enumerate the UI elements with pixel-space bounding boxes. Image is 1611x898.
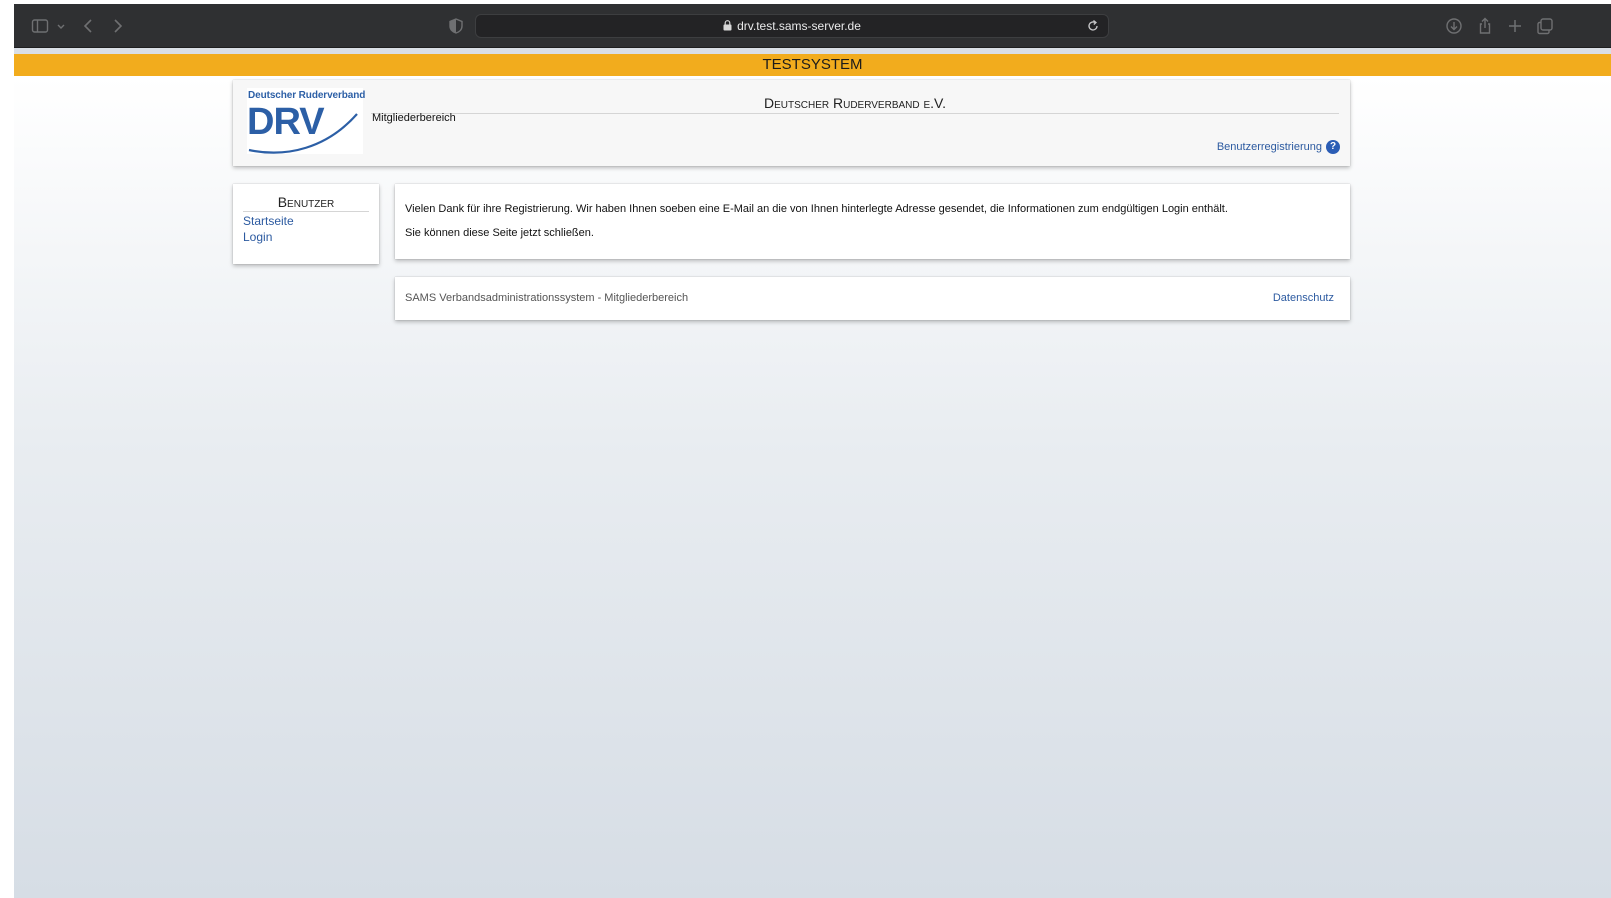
browser-toolbar: drv.test.sams-server.de bbox=[14, 4, 1611, 48]
url-text: drv.test.sams-server.de bbox=[737, 19, 861, 33]
forward-icon[interactable] bbox=[108, 17, 126, 35]
logo-subtitle: Deutscher Ruderverband bbox=[248, 90, 366, 101]
close-page-message: Sie können diese Seite jetzt schließen. bbox=[405, 227, 594, 239]
shield-icon[interactable] bbox=[447, 17, 465, 35]
footer-text: SAMS Verbandsadministrationssystem - Mit… bbox=[405, 292, 689, 304]
back-icon[interactable] bbox=[80, 17, 98, 35]
sidebar-title: Benutzer bbox=[243, 193, 369, 212]
help-icon[interactable]: ? bbox=[1326, 140, 1340, 154]
sidebar-panel: Benutzer Startseite Login bbox=[233, 184, 379, 264]
message-panel: Vielen Dank für ihre Registrierung. Wir … bbox=[395, 184, 1350, 259]
plus-icon[interactable] bbox=[1506, 17, 1524, 35]
page-content: Deutscher Ruderverband DRV Deutscher Rud… bbox=[14, 76, 1611, 898]
header-panel: Deutscher Ruderverband DRV Deutscher Rud… bbox=[233, 80, 1350, 166]
share-icon[interactable] bbox=[1476, 17, 1494, 35]
footer-panel: SAMS Verbandsadministrationssystem - Mit… bbox=[395, 277, 1350, 320]
tabs-icon[interactable] bbox=[1536, 17, 1554, 35]
sidebar-item-startseite[interactable]: Startseite bbox=[243, 214, 294, 228]
sidebar-item-login[interactable]: Login bbox=[243, 230, 272, 244]
area-label: Mitgliederbereich bbox=[372, 112, 456, 124]
org-title: Deutscher Ruderverband e.V. bbox=[371, 94, 1339, 114]
drv-logo[interactable]: Deutscher Ruderverband DRV bbox=[247, 88, 366, 154]
download-icon[interactable] bbox=[1445, 17, 1463, 35]
confirmation-message: Vielen Dank für ihre Registrierung. Wir … bbox=[405, 203, 1228, 215]
logo-swoosh-icon bbox=[248, 113, 358, 154]
user-registration-label: Benutzerregistrierung bbox=[1216, 141, 1322, 153]
sidebar-icon[interactable] bbox=[31, 17, 49, 35]
test-system-banner: TESTSYSTEM bbox=[14, 54, 1611, 76]
browser-viewport: drv.test.sams-server.de TESTSYSTEM Deuts… bbox=[14, 4, 1611, 898]
user-registration-link[interactable]: Benutzerregistrierung ? bbox=[1217, 140, 1340, 154]
chevron-down-icon[interactable] bbox=[56, 17, 66, 35]
lock-icon bbox=[723, 20, 732, 31]
privacy-link[interactable]: Datenschutz bbox=[1273, 292, 1334, 304]
reload-icon[interactable] bbox=[1086, 19, 1100, 33]
address-bar[interactable]: drv.test.sams-server.de bbox=[475, 14, 1109, 38]
